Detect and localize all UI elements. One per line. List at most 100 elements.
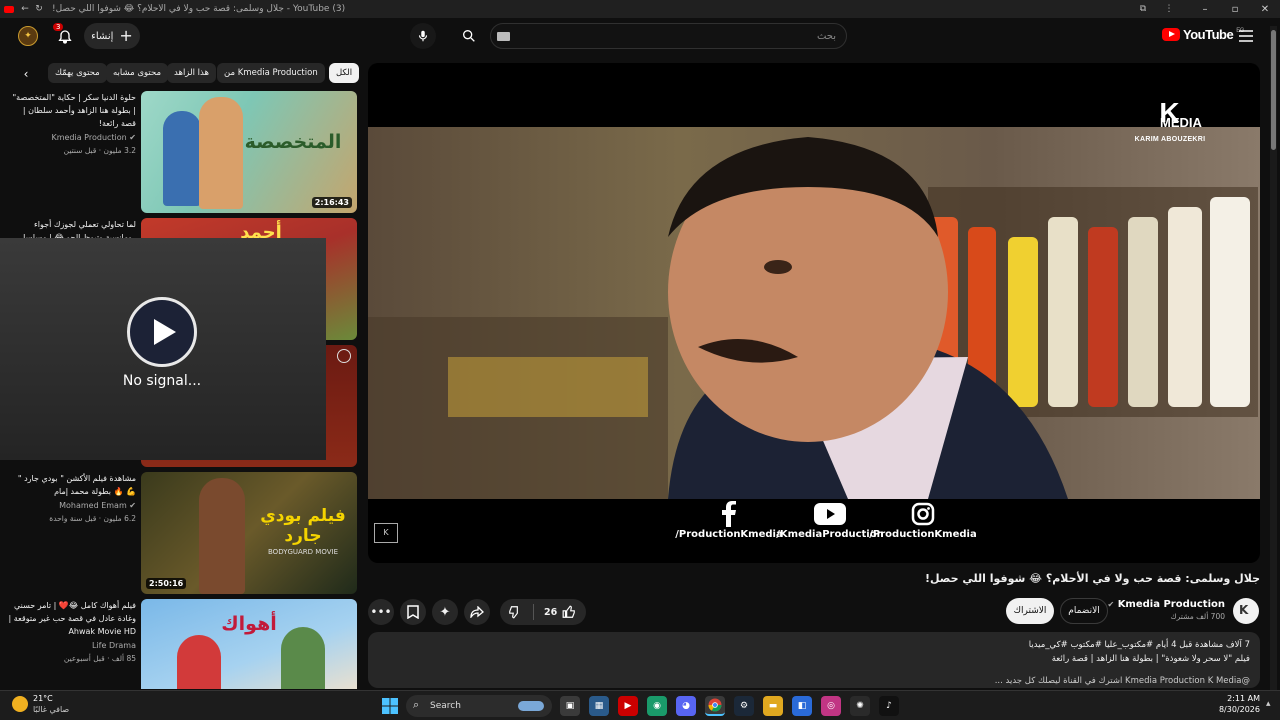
keyboard-icon[interactable] [497, 32, 510, 41]
video-title[interactable]: فيلم أهواك كامل 😂❤️ | تامر حسني وغادة عا… [8, 599, 136, 638]
video-title[interactable]: لما تحاولي تعملي لجوزك أجواء رومانسية وت… [8, 218, 136, 238]
video-title[interactable]: مشاهدة فيلم الأكشن " بودي جارد " 💪 🔥 بطو… [8, 472, 136, 498]
store-icon[interactable]: ▦ [589, 696, 609, 716]
search-button[interactable] [455, 23, 483, 49]
app-green-icon[interactable]: ◉ [647, 696, 667, 716]
close-window-icon[interactable]: ✕ [1250, 4, 1280, 15]
k-logo-icon: K [374, 523, 398, 543]
minimize-icon[interactable]: – [1190, 4, 1220, 15]
create-button[interactable]: إنشاء + [84, 23, 140, 49]
brand-media: MEDIA [1160, 115, 1202, 130]
more-actions-button[interactable]: ••• [368, 599, 394, 625]
description-text: فيلم "لا سحر ولا شعوذة" | بطولة هنا الزا… [1051, 654, 1250, 664]
channel-name[interactable]: Life Drama [8, 641, 136, 650]
channel-watermark: K MEDIA KARIM ABOUZEKRI [1120, 99, 1220, 144]
chip-all[interactable]: الكل [329, 63, 360, 83]
search-input[interactable]: بحث [490, 23, 847, 49]
chip-related[interactable]: محتوى مشابه [106, 63, 168, 83]
subscriber-count: 700 ألف مشترك [1170, 612, 1225, 621]
dislike-button[interactable] [508, 605, 522, 619]
channel-label: Mohamed Emam [59, 501, 127, 510]
taskbar-time[interactable]: 2:11 AM [1190, 694, 1260, 703]
search-placeholder: بحث [816, 30, 836, 42]
discord-icon[interactable]: ◕ [676, 696, 696, 716]
video-meta: 3.2 مليون · قبل سنتين [63, 146, 136, 155]
channel-name[interactable]: Kmedia Production ✔ [8, 133, 136, 142]
duration-badge: 2:50:16 [146, 578, 187, 589]
list-item[interactable]: المتخصصة 2:16:43 حلوة الدنيا سكر | حكاية… [0, 91, 360, 213]
chip-from-channel[interactable]: من Kmedia Production [217, 63, 325, 83]
voice-search-button[interactable] [410, 23, 436, 49]
video-title[interactable]: حلوة الدنيا سكر | حكاية "المتخصصة" | بطو… [8, 91, 136, 130]
play-circle-icon[interactable] [127, 297, 197, 367]
video-thumbnail[interactable]: المتخصصة 2:16:43 [141, 91, 357, 213]
list-item[interactable]: فيلم بودي جارد BODYGUARD MOVIE 2:50:16 م… [0, 472, 360, 594]
weather-temp: 21°C [33, 694, 53, 703]
instagram-handle: /ProductionKmedia [869, 529, 977, 540]
notification-center-icon[interactable]: ▴ [1266, 699, 1271, 709]
microphone-icon [418, 30, 428, 42]
maximize-icon[interactable]: ▫ [1220, 4, 1250, 15]
browser-title-bar: ← ↻ (3) YouTube - جلال وسلمى: قصة حب ولا… [0, 0, 1280, 18]
back-icon[interactable]: ← [18, 2, 32, 16]
guide-menu-button[interactable] [1236, 26, 1256, 46]
chip-hana-elzahed[interactable]: هذا الزاهد [167, 63, 216, 83]
youtube-app-icon[interactable]: ▶ [618, 696, 638, 716]
create-label: إنشاء [91, 30, 114, 42]
video-thumbnail[interactable]: فيلم بودي جارد BODYGUARD MOVIE 2:50:16 [141, 472, 357, 594]
thumb-caption: فيلم بودي جارد [260, 506, 346, 546]
taskbar-date[interactable]: 8/30/2026 [1190, 705, 1260, 714]
channel-name[interactable]: Mohamed Emam ✔ [8, 501, 136, 510]
reload-icon[interactable]: ↻ [32, 2, 46, 16]
page-scrollbar[interactable] [1270, 26, 1277, 690]
channel-name[interactable]: ✔ Kmedia Production [1100, 599, 1226, 610]
notifications-button[interactable]: 3 [53, 23, 76, 48]
instagram-link: /ProductionKmedia [863, 499, 983, 540]
list-item[interactable]: أهواك فيلم أهواك كامل 😂❤️ | تامر حسني وغ… [0, 599, 360, 689]
app-blue-icon[interactable]: ◧ [792, 696, 812, 716]
description-more: @Kmedia Production K Media اشترك في القن… [994, 676, 1250, 686]
subscribe-button[interactable]: الاشتراك [1006, 598, 1054, 624]
file-explorer-icon[interactable]: ▬ [763, 696, 783, 716]
verified-icon: ✔ [129, 501, 136, 510]
chrome-icon[interactable] [705, 696, 725, 716]
channel-label: Kmedia Production [51, 133, 127, 142]
chip-for-you[interactable]: محتوى يهمّك [48, 63, 107, 83]
like-button[interactable] [562, 605, 576, 619]
share-button[interactable] [464, 599, 490, 625]
thumbs-down-icon [509, 606, 518, 619]
taskbar-search[interactable]: ⌕ Search [406, 695, 552, 717]
video-frame [368, 127, 1260, 499]
search-highlight-icon [518, 701, 544, 711]
extensions-icon[interactable]: ⧉ [1136, 2, 1150, 16]
thumb-figure-right [199, 97, 243, 209]
plus-icon: + [119, 26, 133, 45]
duration-badge: 2:16:43 [311, 197, 352, 208]
video-player[interactable]: K MEDIA KARIM ABOUZEKRI K /ProductionKme… [368, 63, 1260, 563]
save-button[interactable] [400, 599, 426, 625]
settings-icon[interactable]: ✺ [850, 696, 870, 716]
masthead: ✦ 3 إنشاء + بحث YouTube EG [0, 18, 1280, 56]
start-button[interactable] [380, 696, 400, 716]
steam-icon[interactable]: ⚙ [734, 696, 754, 716]
tiktok-icon[interactable]: ♪ [879, 696, 899, 716]
menu-dots-icon[interactable]: ⋮ [1162, 2, 1176, 16]
video-thumbnail[interactable]: أهواك [141, 599, 357, 689]
bookmark-icon [407, 605, 419, 619]
task-view-icon[interactable]: ▣ [560, 696, 580, 716]
channel-avatar[interactable]: K [1233, 598, 1259, 624]
hamburger-icon [1239, 30, 1253, 42]
share-icon [470, 606, 484, 618]
scrollbar-thumb[interactable] [1271, 30, 1276, 150]
instagram-icon [863, 499, 983, 529]
thumb-figure-left [177, 635, 221, 689]
avatar[interactable]: ✦ [18, 26, 38, 46]
weather-icon[interactable] [12, 696, 28, 712]
ask-button[interactable]: ✦ [432, 599, 458, 625]
taskbar-search-label: Search [430, 701, 461, 711]
description-box[interactable]: 7 آلاف مشاهدة قبل 4 أيام #مكتوب_عليا #مك… [368, 632, 1260, 688]
more-icon: ••• [370, 605, 392, 619]
chips-scroll-left-button[interactable]: ‹ [16, 64, 36, 84]
youtube-logo[interactable]: YouTube EG [1162, 27, 1244, 42]
instagram-app-icon[interactable]: ◎ [821, 696, 841, 716]
